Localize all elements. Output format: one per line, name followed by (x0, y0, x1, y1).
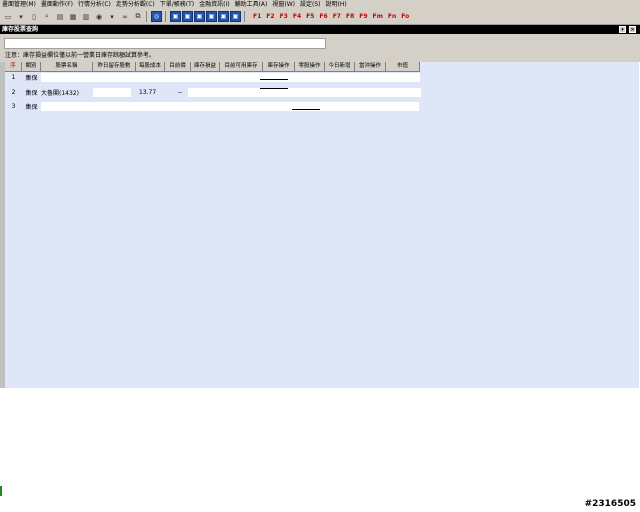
globe-icon[interactable]: ◉ (94, 12, 104, 22)
row-input-area[interactable] (41, 73, 420, 82)
row-current: -- (178, 89, 183, 96)
search-icon[interactable]: ⌕ (42, 12, 52, 22)
alert-icon[interactable]: ▣ (218, 11, 229, 22)
row-stock-name: 大魯閣(1432) (41, 90, 79, 97)
row-price-cell: 13.77 (139, 87, 156, 98)
query-icon[interactable]: ▣ (230, 11, 241, 22)
menu-help[interactable]: 說明(H) (324, 0, 350, 9)
grid-icon[interactable]: ▦ (68, 12, 78, 22)
col-today-added[interactable]: 今日新增 (325, 62, 355, 71)
col-no[interactable]: 序 (5, 62, 22, 71)
row-cost: 13.77 (139, 89, 157, 96)
col-unit-cost[interactable]: 每股成本 (136, 62, 165, 71)
col-current-price[interactable]: 目前價 (165, 62, 191, 71)
fkey-f4[interactable]: F4 (293, 13, 301, 20)
query-input[interactable] (4, 38, 326, 49)
row-number: 2 (11, 89, 16, 96)
window-title: 庫存股票查詢 (2, 26, 39, 33)
table-row[interactable]: 3 集保 (5, 101, 41, 112)
row-number: 1 (11, 74, 16, 81)
fkey-fm[interactable]: Fm (373, 13, 383, 20)
col-available[interactable]: 目前可用庫存 (220, 62, 263, 71)
col-odd-action[interactable]: 零股操作 (295, 62, 325, 71)
col-market-value[interactable]: 市值 (386, 62, 420, 71)
status-marker (0, 486, 2, 496)
col-category[interactable]: 類別 (22, 62, 41, 71)
col-stock-name[interactable]: 股票名稱 (41, 62, 93, 71)
fkey-f8[interactable]: F8 (346, 13, 354, 20)
fkey-fn[interactable]: Fn (388, 13, 396, 20)
row-category: 集保 (25, 75, 38, 82)
row-underline (260, 79, 288, 80)
notice-text: 注意：庫存損益欄位僅以前一營業日庫存餘額試算參考。 (5, 52, 156, 59)
menu-tools[interactable]: 輔助工具(A) (233, 0, 271, 9)
fkey-f1[interactable]: F1 (253, 13, 261, 20)
monitor-icon[interactable]: ▯ (29, 12, 39, 22)
fkey-f7[interactable]: F7 (333, 13, 341, 20)
col-stock-action[interactable]: 庫存操作 (263, 62, 295, 71)
toolbar-separator (165, 11, 166, 22)
menu-screen-manage[interactable]: 畫面管理(M) (0, 0, 39, 9)
fkey-fo[interactable]: Fo (401, 13, 409, 20)
window-icon[interactable]: ▭ (3, 12, 13, 22)
empty-area (0, 388, 640, 512)
layout-icon[interactable]: ▾ (16, 12, 26, 22)
menu-settings[interactable]: 設定(S) (298, 0, 324, 9)
holdings-grid: 序 類別 股票名稱 昨日留存股數 每股成本 目前價 庫存損益 目前可用庫存 庫存… (5, 62, 639, 388)
row-category: 集保 (25, 104, 38, 111)
query-panel: 注意：庫存損益欄位僅以前一營業日庫存餘額試算參考。 (0, 34, 640, 62)
window-titlebar: 庫存股票查詢 ▾ × (0, 25, 640, 34)
menu-trend-analysis[interactable]: 走勢分析觀(C) (114, 0, 158, 9)
link-icon[interactable]: ∞ (120, 12, 130, 22)
menu-window[interactable]: 視窗(W) (270, 0, 298, 9)
col-profit-loss[interactable]: 庫存損益 (191, 62, 220, 71)
image-id-label: #2316505 (584, 499, 636, 509)
chart-icon[interactable]: ▤ (55, 12, 65, 22)
row-change-cell: -- (178, 87, 182, 98)
fkey-f5[interactable]: F5 (306, 13, 314, 20)
grid-header: 序 類別 股票名稱 昨日留存股數 每股成本 目前價 庫存損益 目前可用庫存 庫存… (5, 62, 420, 72)
menu-order-account[interactable]: 下單/帳務(T) (158, 0, 197, 9)
portfolio-icon[interactable]: ▣ (206, 11, 217, 22)
row-underline (292, 109, 320, 110)
toolbar-separator (244, 11, 245, 22)
col-daytrade-action[interactable]: 當沖操作 (355, 62, 386, 71)
fkey-f6[interactable]: F6 (319, 13, 327, 20)
minimize-icon[interactable]: ▾ (619, 26, 626, 33)
menu-quote-analysis[interactable]: 行情分析(C) (76, 0, 114, 9)
row-category: 集保 (25, 90, 38, 97)
account-icon[interactable]: ▣ (182, 11, 193, 22)
dropdown-icon[interactable]: ▾ (107, 12, 117, 22)
row-number: 3 (11, 103, 16, 110)
fkey-f9[interactable]: F9 (359, 13, 367, 20)
toolbar: ▭ ▾ ▯ ⌕ ▤ ▦ ▥ ◉ ▾ ∞ ⧉ ◎ ▣ ▣ ▣ ▣ ▣ ▣ F1 F… (0, 9, 640, 25)
order-icon[interactable]: ▣ (170, 11, 181, 22)
fkey-f3[interactable]: F3 (280, 13, 288, 20)
fkey-f2[interactable]: F2 (266, 13, 274, 20)
copy-icon[interactable]: ⧉ (133, 12, 143, 22)
table-row[interactable]: 1 集保 (5, 72, 41, 83)
table-icon[interactable]: ▥ (81, 12, 91, 22)
refresh-icon[interactable]: ◎ (151, 11, 162, 22)
report-icon[interactable]: ▣ (194, 11, 205, 22)
toolbar-separator (146, 11, 147, 22)
close-icon[interactable]: × (629, 26, 636, 33)
col-prev-shares[interactable]: 昨日留存股數 (93, 62, 136, 71)
menu-finance-info[interactable]: 金融資訊(I) (197, 0, 232, 9)
prev-shares-field[interactable] (93, 88, 131, 97)
row-input-area[interactable] (41, 102, 419, 111)
table-row[interactable]: 2 集保 大魯閣(1432) (5, 87, 93, 98)
menu-screen-action[interactable]: 畫面動作(F) (39, 0, 76, 9)
row-input-area[interactable] (188, 88, 421, 97)
row-underline (260, 88, 288, 89)
menu-bar: 畫面管理(M) 畫面動作(F) 行情分析(C) 走勢分析觀(C) 下單/帳務(T… (0, 0, 640, 9)
